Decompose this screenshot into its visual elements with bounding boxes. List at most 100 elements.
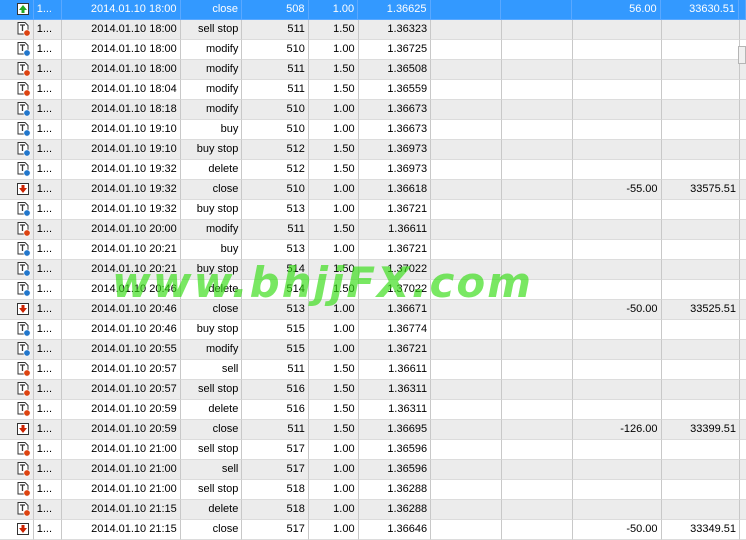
table-row[interactable]: 1... 2014.01.10 18:00 close 508 1.00 1.36625 5…	[0, 0, 746, 20]
stop-loss-cell	[431, 480, 502, 500]
deal-price: 1.36721	[358, 200, 432, 220]
order-number: 515	[242, 340, 309, 360]
stop-loss-cell	[431, 60, 502, 80]
deal-balance	[661, 80, 741, 100]
row-filler	[740, 280, 746, 300]
deal-volume: 1.50	[308, 220, 359, 240]
row-filler	[740, 200, 746, 220]
deal-balance	[661, 200, 741, 220]
deal-balance	[661, 120, 741, 140]
table-row[interactable]: 1... 2014.01.10 21:15 delete 518 1.00 1.36288	[0, 500, 746, 520]
deal-time: 2014.01.10 20:59	[61, 420, 181, 440]
table-row[interactable]: 1... 2014.01.10 20:55 modify 515 1.00 1.36721	[0, 340, 746, 360]
deal-balance	[661, 240, 741, 260]
order-number: 518	[242, 480, 309, 500]
deal-time: 2014.01.10 21:15	[61, 500, 181, 520]
stop-loss-cell	[431, 340, 502, 360]
deal-volume: 1.00	[308, 520, 359, 540]
table-row[interactable]: 1... 2014.01.10 21:00 sell stop 518 1.00 1.36…	[0, 480, 746, 500]
order-number: 511	[242, 80, 309, 100]
deal-type: modify	[180, 220, 243, 240]
doc-buy-icon	[17, 142, 31, 157]
order-number: 510	[242, 100, 309, 120]
scrollbar-fragment[interactable]	[738, 46, 746, 64]
order-number: 518	[242, 500, 309, 520]
table-row[interactable]: 1... 2014.01.10 19:32 close 510 1.00 1.36618 -…	[0, 180, 746, 200]
table-row[interactable]: 1... 2014.01.10 21:00 sell stop 517 1.00 1.36…	[0, 440, 746, 460]
row-icon-cell	[0, 60, 34, 80]
row-filler	[740, 520, 746, 540]
table-row[interactable]: 1... 2014.01.10 20:59 delete 516 1.50 1.36311	[0, 400, 746, 420]
deal-price: 1.36673	[358, 120, 432, 140]
deal-profit	[573, 220, 662, 240]
deal-balance	[661, 260, 741, 280]
table-row[interactable]: 1... 2014.01.10 18:18 modify 510 1.00 1.36673	[0, 100, 746, 120]
deal-profit	[573, 320, 662, 340]
deal-type: close	[180, 180, 243, 200]
stop-loss-cell	[431, 20, 502, 40]
deal-volume: 1.50	[308, 160, 359, 180]
deal-profit	[573, 60, 662, 80]
deal-price: 1.36559	[358, 80, 432, 100]
table-row[interactable]: 1... 2014.01.10 20:00 modify 511 1.50 1.36611	[0, 220, 746, 240]
deal-type: buy	[180, 240, 243, 260]
deal-number: 1...	[33, 100, 62, 120]
table-row[interactable]: 1... 2014.01.10 19:10 buy 510 1.00 1.36673	[0, 120, 746, 140]
table-row[interactable]: 1... 2014.01.10 20:46 buy stop 515 1.00 1.367…	[0, 320, 746, 340]
doc-buy-icon	[17, 202, 31, 217]
table-row[interactable]: 1... 2014.01.10 19:10 buy stop 512 1.50 1.369…	[0, 140, 746, 160]
deal-time: 2014.01.10 19:32	[61, 160, 181, 180]
row-filler	[740, 360, 746, 380]
table-row[interactable]: 1... 2014.01.10 20:57 sell 511 1.50 1.36611	[0, 360, 746, 380]
deal-profit	[573, 460, 662, 480]
deal-volume: 1.00	[308, 440, 359, 460]
stop-loss-cell	[431, 240, 502, 260]
balance-down-icon	[17, 183, 29, 195]
take-profit-cell	[501, 60, 574, 80]
stop-loss-cell	[431, 100, 502, 120]
table-row[interactable]: 1... 2014.01.10 20:59 close 511 1.50 1.36695 -…	[0, 420, 746, 440]
table-row[interactable]: 1... 2014.01.10 20:21 buy 513 1.00 1.36721	[0, 240, 746, 260]
table-row[interactable]: 1... 2014.01.10 19:32 buy stop 513 1.00 1.367…	[0, 200, 746, 220]
deal-balance	[661, 440, 741, 460]
row-filler	[740, 180, 746, 200]
table-row[interactable]: 1... 2014.01.10 19:32 delete 512 1.50 1.36973	[0, 160, 746, 180]
balance-down-icon	[17, 303, 29, 315]
deal-profit	[573, 340, 662, 360]
stop-loss-cell	[431, 380, 502, 400]
deal-number: 1...	[33, 260, 62, 280]
deal-profit	[573, 100, 662, 120]
deal-price: 1.36695	[358, 420, 432, 440]
row-filler	[740, 400, 746, 420]
table-row[interactable]: 1... 2014.01.10 21:15 close 517 1.00 1.36646 -…	[0, 520, 746, 540]
table-row[interactable]: 1... 2014.01.10 18:00 modify 510 1.00 1.36725	[0, 40, 746, 60]
take-profit-cell	[501, 180, 574, 200]
deal-number: 1...	[33, 320, 62, 340]
order-number: 511	[242, 220, 309, 240]
order-number: 508	[242, 0, 309, 20]
deal-profit	[573, 280, 662, 300]
row-icon-cell	[0, 120, 34, 140]
table-row[interactable]: 1... 2014.01.10 18:00 modify 511 1.50 1.36508	[0, 60, 746, 80]
deal-volume: 1.50	[308, 380, 359, 400]
doc-buy-icon	[17, 242, 31, 257]
table-row[interactable]: 1... 2014.01.10 21:00 sell 517 1.00 1.36596	[0, 460, 746, 480]
deal-time: 2014.01.10 21:15	[61, 520, 181, 540]
row-filler	[740, 480, 746, 500]
deal-price: 1.36508	[358, 60, 432, 80]
table-row[interactable]: 1... 2014.01.10 18:00 sell stop 511 1.50 1.36…	[0, 20, 746, 40]
doc-sell-icon	[17, 222, 31, 237]
take-profit-cell	[501, 320, 574, 340]
deal-profit	[573, 40, 662, 60]
take-profit-cell	[501, 240, 574, 260]
take-profit-cell	[500, 0, 573, 20]
table-row[interactable]: 1... 2014.01.10 20:57 sell stop 516 1.50 1.36…	[0, 380, 746, 400]
deal-profit: -50.00	[573, 520, 662, 540]
deal-type: sell stop	[180, 20, 243, 40]
take-profit-cell	[501, 200, 574, 220]
table-row[interactable]: 1... 2014.01.10 18:04 modify 511 1.50 1.36559	[0, 80, 746, 100]
doc-sell-icon	[17, 62, 31, 77]
deal-profit: -126.00	[573, 420, 662, 440]
take-profit-cell	[501, 400, 574, 420]
deal-type: close	[180, 420, 243, 440]
